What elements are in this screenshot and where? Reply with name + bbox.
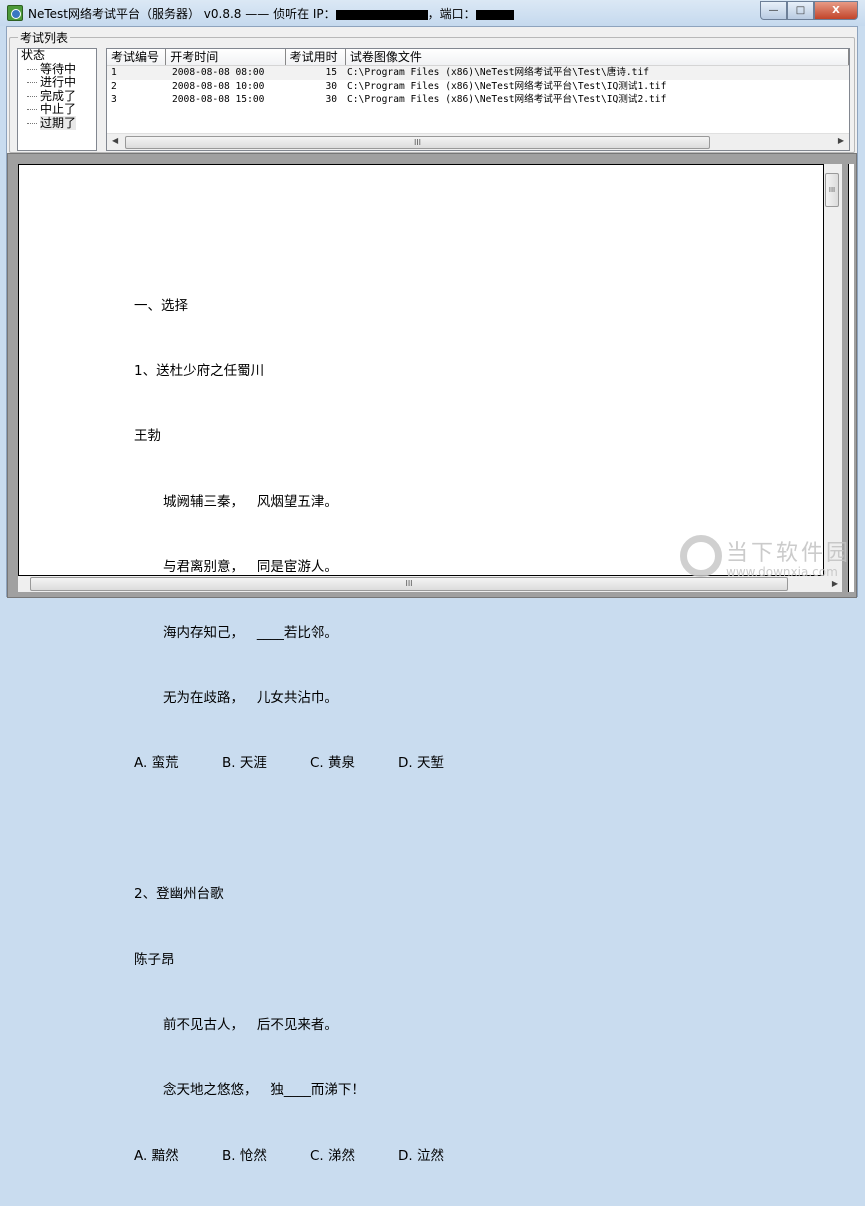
paper-viewer: III III ▶ 一、选择 1、送杜少府之任蜀川 王勃 城阙辅三秦， 风烟望五… <box>7 153 857 1164</box>
poem-line: 与君离别意， 同是宦游人。 <box>163 559 338 576</box>
poem-author: 王勃 <box>134 428 161 445</box>
option: D. 天堑 <box>398 755 444 772</box>
maximize-button[interactable]: □ <box>787 1 814 20</box>
scroll-right-icon[interactable]: ▶ <box>832 579 838 588</box>
title-bar: NeTest网络考试平台（服务器） v0.8.8 —— 侦听在 IP： ，端口： … <box>0 0 865 26</box>
redacted-port <box>475 9 514 20</box>
scroll-thumb[interactable]: III <box>825 173 839 207</box>
table-row[interactable]: 3 2008-08-08 15:00 30 C:\Program Files (x86… <box>107 93 849 107</box>
cell-file: C:\Program Files (x86)\NeTest网络考试平台\Test… <box>347 94 667 105</box>
option: C. 黄泉 <box>310 755 356 772</box>
cell-time: 2008-08-08 08:00 <box>172 67 265 78</box>
column-header-duration[interactable]: 考试用时 <box>286 49 346 65</box>
cell-id: 2 <box>111 80 117 92</box>
group-label: 考试列表 <box>18 29 71 46</box>
option: B. 天涯 <box>222 755 267 772</box>
option: B. 怆然 <box>222 1147 267 1164</box>
cell-id: 1 <box>111 67 117 78</box>
poem-line: 海内存知己， ____若比邻。 <box>163 624 338 641</box>
tree-item-running[interactable]: 进行中 <box>18 75 96 90</box>
cell-duration: 30 <box>325 94 337 105</box>
scroll-right-icon[interactable]: ▶ <box>838 136 844 145</box>
poem-line: 前不见古人， 后不见来者。 <box>163 1016 338 1033</box>
scroll-left-icon[interactable]: ◀ <box>112 136 118 145</box>
viewer-vertical-scrollbar[interactable]: III <box>824 164 842 576</box>
tree-item-waiting[interactable]: 等待中 <box>18 62 96 77</box>
poem-author: 陈子昂 <box>134 951 175 968</box>
tree-root[interactable]: 状态 <box>18 48 96 63</box>
column-header-file[interactable]: 试卷图像文件 <box>346 49 849 65</box>
table-row[interactable]: 1 2008-08-08 08:00 15 C:\Program Files (x86… <box>107 66 849 80</box>
viewer-edge <box>848 164 854 592</box>
window-title: NeTest网络考试平台（服务器） v0.8.8 —— 侦听在 IP： ，端口： <box>28 5 514 22</box>
poem-line: 无为在歧路， 儿女共沾巾。 <box>163 689 338 706</box>
option: A. 蛮荒 <box>134 755 179 772</box>
cell-file: C:\Program Files (x86)\NeTest网络考试平台\Test… <box>347 67 650 78</box>
table-row[interactable]: 2 2008-08-08 10:00 30 C:\Program Files (x86… <box>107 80 849 94</box>
watermark-logo-icon <box>680 535 722 577</box>
option: D. 泣然 <box>398 1147 444 1164</box>
watermark-url: www.downxia.com <box>726 565 838 579</box>
app-icon <box>7 5 23 21</box>
cell-duration: 30 <box>325 80 337 92</box>
close-button[interactable]: X <box>814 1 858 20</box>
question-title: 1、送杜少府之任蜀川 <box>134 362 265 379</box>
column-header-start-time[interactable]: 开考时间 <box>166 49 286 65</box>
exam-list-group: 考试列表 状态 等待中 进行中 完成了 中止了 过期了 考试编号 开考时间 考试… <box>9 29 855 153</box>
answer-options: A. 蛮荒 B. 天涯 C. 黄泉 D. 天堑 <box>134 753 486 775</box>
status-tree[interactable]: 状态 等待中 进行中 完成了 中止了 过期了 <box>17 48 97 151</box>
question-title: 2、登幽州台歌 <box>134 886 224 903</box>
minimize-button[interactable]: — <box>760 1 787 20</box>
column-header-id[interactable]: 考试编号 <box>107 49 167 65</box>
cell-id: 3 <box>111 94 117 105</box>
table-horizontal-scrollbar[interactable]: ◀ III ▶ <box>107 133 849 150</box>
option: C. 涕然 <box>310 1147 356 1164</box>
cell-time: 2008-08-08 10:00 <box>172 80 265 92</box>
tree-item-aborted[interactable]: 中止了 <box>18 102 96 117</box>
poem-line: 城阙辅三秦， 风烟望五津。 <box>163 493 338 510</box>
cell-duration: 15 <box>325 67 337 78</box>
cell-time: 2008-08-08 15:00 <box>172 94 265 105</box>
section-heading: 一、选择 <box>134 297 188 314</box>
scroll-thumb[interactable]: III <box>125 136 710 149</box>
exam-table: 考试编号 开考时间 考试用时 试卷图像文件 1 2008-08-08 08:00 1… <box>106 48 850 151</box>
paper-content: 一、选择 1、送杜少府之任蜀川 王勃 城阙辅三秦， 风烟望五津。 与君离别意， … <box>134 252 486 1206</box>
watermark-name: 当下软件园 <box>726 541 852 566</box>
tree-item-expired[interactable]: 过期了 <box>18 115 96 131</box>
client-area: 考试列表 状态 等待中 进行中 完成了 中止了 过期了 考试编号 开考时间 考试… <box>6 26 858 1164</box>
poem-line: 念天地之悠悠， 独____而涕下！ <box>163 1082 365 1099</box>
tree-item-finished[interactable]: 完成了 <box>18 89 96 104</box>
table-header: 考试编号 开考时间 考试用时 试卷图像文件 <box>107 49 849 66</box>
answer-options: A. 黯然 B. 怆然 C. 涕然 D. 泣然 <box>134 1146 486 1168</box>
option: A. 黯然 <box>134 1147 179 1164</box>
redacted-ip <box>335 9 428 20</box>
cell-file: C:\Program Files (x86)\NeTest网络考试平台\Test… <box>347 80 667 92</box>
